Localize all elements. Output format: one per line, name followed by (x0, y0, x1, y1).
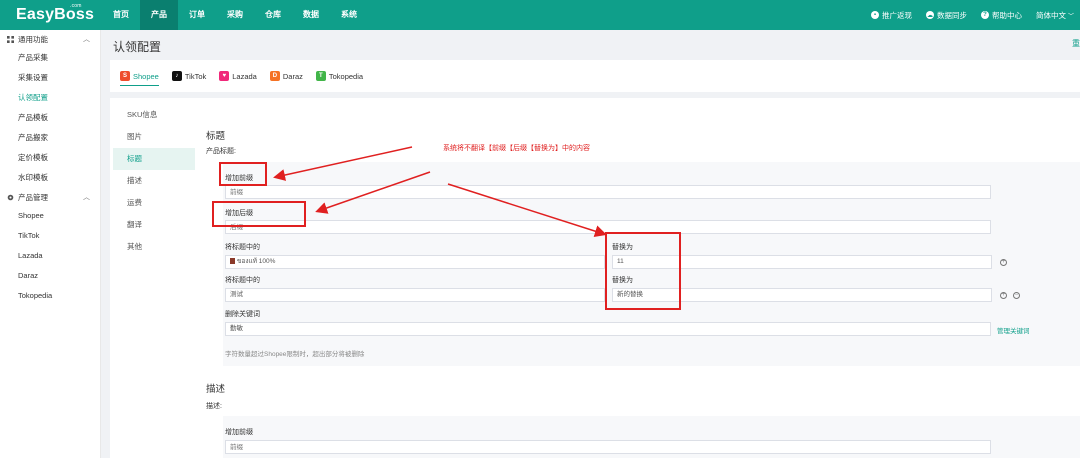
grid-icon (7, 35, 14, 43)
highlight-suffix (212, 201, 306, 227)
sync-link[interactable]: ☁ 数据同步 (925, 10, 967, 21)
subnav-description[interactable]: 描述 (113, 170, 195, 192)
sync-label: 数据同步 (936, 10, 967, 20)
tab-shopee[interactable]: S Shopee (120, 60, 159, 92)
tiktok-icon: ♪ (171, 71, 182, 81)
tab-tokopedia[interactable]: T Tokopedia (315, 60, 364, 92)
desc-prefix-input[interactable] (225, 440, 991, 454)
sidebar-item-product-template[interactable]: 产品模板 (0, 108, 100, 128)
cloud-icon: ☁ (925, 11, 934, 19)
sidebar-item-daraz[interactable]: Daraz (0, 266, 100, 286)
gear-icon (7, 194, 14, 200)
section-subnav: SKU信息 图片 标题 描述 运费 翻译 其他 (113, 104, 195, 258)
nav-data[interactable]: 数据 (292, 0, 330, 30)
replace-from-input-1[interactable]: ของแท้ 100% (225, 255, 605, 269)
subnav-title[interactable]: 标题 (113, 148, 195, 170)
nav-home[interactable]: 首页 (102, 0, 140, 30)
sidebar-item-pricing-template[interactable]: 定价模板 (0, 148, 100, 168)
sidebar-group-product-mgmt[interactable]: 产品管理 ︿ (0, 188, 100, 206)
sidebar-item-tokopedia[interactable]: Tokopedia (0, 286, 100, 306)
main-nav: 首页 产品 订单 采购 仓库 数据 系统 (102, 0, 368, 30)
replace-from-input-2[interactable]: 测试 (225, 288, 605, 302)
platform-tabs: S Shopee ♪ TikTok ♥ Lazada D Daraz T Tok… (110, 60, 1080, 92)
subnav-sku-info[interactable]: SKU信息 (113, 104, 195, 126)
tab-tiktok[interactable]: ♪ TikTok (171, 60, 207, 92)
sidebar-item-shopee[interactable]: Shopee (0, 206, 100, 226)
subnav-shipping[interactable]: 运费 (113, 192, 195, 214)
tab-daraz[interactable]: D Daraz (269, 60, 303, 92)
tab-lazada[interactable]: ♥ Lazada (219, 60, 257, 92)
chevron-down-icon: ﹀ (1067, 13, 1074, 20)
tab-label: Lazada (232, 71, 257, 81)
tab-label: TikTok (184, 71, 207, 81)
title-length-hint: 字符数量超过Shopee限制时，超出部分将被删除 (225, 351, 365, 358)
sidebar-item-product-move[interactable]: 产品搬家 (0, 128, 100, 148)
plus-circle-icon[interactable]: + (1000, 259, 1007, 266)
nav-warehouse[interactable]: 仓库 (254, 0, 292, 30)
daraz-icon: D (269, 71, 280, 81)
top-navbar: EasyBoss .com 首页 产品 订单 采购 仓库 数据 系统 ▪ 推广返… (0, 0, 1080, 30)
gift-icon: ▪ (870, 11, 879, 19)
nav-order[interactable]: 订单 (178, 0, 216, 30)
subnav-images[interactable]: 图片 (113, 126, 195, 148)
desc-section-heading: 描述 (206, 384, 226, 395)
replace-from-label: 将标题中的 (225, 244, 260, 251)
help-icon: ? (980, 11, 989, 19)
title-section-heading: 标题 (206, 131, 226, 142)
product-title-label: 产品标题: (206, 148, 236, 155)
sidebar-item-lazada[interactable]: Lazada (0, 246, 100, 266)
language-label: 简体中文 (1035, 10, 1066, 20)
config-card: SKU信息 图片 标题 描述 运费 翻译 其他 标题 产品标题: 增加前缀 增加… (110, 98, 1080, 458)
subnav-other[interactable]: 其他 (113, 236, 195, 258)
plus-circle-icon[interactable]: + (1000, 292, 1007, 299)
annotation-note: 系统将不翻译【前缀【后缀【替换为】中的内容 (443, 145, 590, 152)
desc-label: 描述: (206, 403, 222, 410)
lazada-icon: ♥ (219, 71, 230, 81)
delete-keyword-label: 删除关键词 (225, 311, 260, 318)
prefix-input[interactable] (225, 185, 991, 199)
sidebar-item-claim-config[interactable]: 认领配置 (0, 88, 100, 108)
help-link[interactable]: ? 帮助中心 (980, 10, 1022, 21)
subnav-translate[interactable]: 翻译 (113, 214, 195, 236)
help-label: 帮助中心 (991, 10, 1022, 20)
desc-prefix-label: 增加前缀 (225, 429, 253, 436)
chevron-up-icon: ︿ (83, 36, 90, 43)
tab-label: Daraz (282, 71, 303, 81)
replace-from-label: 将标题中的 (225, 277, 260, 284)
shopee-icon: S (120, 71, 130, 81)
delete-keyword-input[interactable]: 勤敏 (225, 322, 991, 336)
top-right-actions: ▪ 推广返现 ☁ 数据同步 ? 帮助中心 简体中文 ﹀ (857, 0, 1074, 30)
promo-label: 推广返现 (881, 10, 912, 20)
sidebar-item-tiktok[interactable]: TikTok (0, 226, 100, 246)
highlight-replace-to (605, 232, 681, 310)
sidebar-item-collect-settings[interactable]: 采集设置 (0, 68, 100, 88)
sidebar-group-general[interactable]: 通用功能 ︿ (0, 30, 100, 48)
nav-purchase[interactable]: 采购 (216, 0, 254, 30)
nav-system[interactable]: 系统 (330, 0, 368, 30)
logo[interactable]: EasyBoss .com (0, 0, 102, 30)
tab-label: Tokopedia (328, 71, 364, 81)
tokopedia-icon: T (315, 71, 326, 81)
logo-text: EasyBoss (16, 6, 95, 23)
tab-label: Shopee (133, 71, 159, 81)
language-select[interactable]: 简体中文 ﹀ (1036, 10, 1074, 21)
manage-keywords-link[interactable]: 管理关键词 (997, 325, 1030, 335)
highlight-prefix (219, 162, 267, 186)
sidebar-group-label: 通用功能 (18, 34, 48, 44)
product-thumb-icon (230, 258, 235, 264)
logo-suffix: .com (70, 3, 82, 9)
sidebar: 通用功能 ︿ 产品采集 采集设置 认领配置 产品模板 产品搬家 定价模板 水印模… (0, 30, 101, 458)
edge-action[interactable]: 重 (1072, 38, 1080, 49)
sidebar-item-watermark-template[interactable]: 水印模板 (0, 168, 100, 188)
promo-link[interactable]: ▪ 推广返现 (870, 10, 912, 21)
page-title: 认领配置 (113, 40, 162, 54)
sidebar-group-label: 产品管理 (18, 192, 48, 202)
minus-circle-icon[interactable]: − (1013, 292, 1020, 299)
chevron-up-icon: ︿ (83, 194, 90, 201)
desc-rules-panel: 增加前缀 (223, 416, 1080, 458)
sidebar-item-collect[interactable]: 产品采集 (0, 48, 100, 68)
replace-from-value: ของแท้ 100% (237, 258, 276, 265)
nav-product[interactable]: 产品 (140, 0, 178, 30)
